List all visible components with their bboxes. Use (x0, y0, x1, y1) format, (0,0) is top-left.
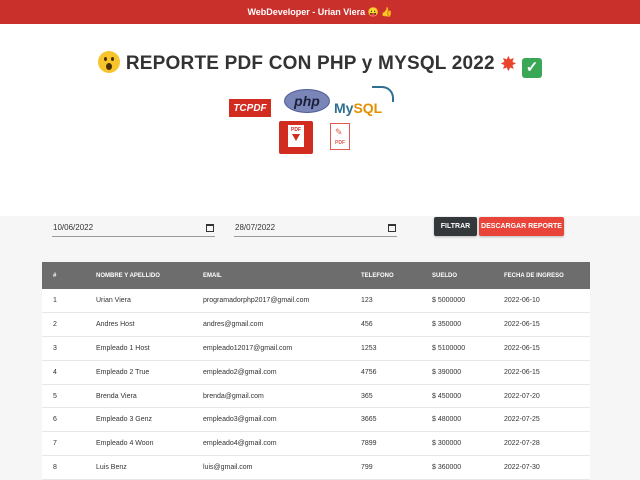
cell-phone: 3665 (361, 416, 377, 424)
download-report-button[interactable]: DESCARGAR REPORTE (479, 217, 564, 236)
column-header-email: EMAIL (203, 272, 222, 279)
cell-email: empleado4@gmail.com (203, 440, 277, 448)
collision-icon: ✸ (500, 54, 517, 74)
cell-email: empleado2@gmail.com (203, 368, 277, 376)
cell-name: Brenda Viera (96, 392, 137, 400)
cell-salary: $ 360000 (432, 463, 462, 471)
cell-id: 2 (53, 321, 57, 329)
cell-phone: 1253 (361, 344, 377, 352)
cell-salary: $ 5000000 (432, 297, 466, 305)
cell-phone: 365 (361, 392, 373, 400)
top-banner: WebDeveloper - Urian Viera 😛 👍 (0, 0, 640, 24)
pdf-download-icon: PDF (279, 121, 313, 154)
cell-date: 2022-07-20 (504, 392, 540, 400)
astonished-face-icon (97, 51, 120, 73)
cell-id: 7 (53, 440, 57, 448)
filter-button[interactable]: FILTRAR (434, 217, 477, 236)
date-from-input[interactable]: 10/06/2022 (52, 219, 215, 237)
check-mark-icon: ✓ (522, 58, 543, 78)
php-logo: php (284, 89, 330, 113)
column-header-name: NOMBRE Y APELLIDO (96, 272, 160, 279)
cell-id: 1 (53, 297, 57, 305)
cell-phone: 456 (361, 321, 373, 329)
cell-phone: 4756 (361, 368, 377, 376)
date-to-value: 28/07/2022 (235, 223, 276, 232)
cell-date: 2022-06-15 (504, 368, 540, 376)
column-header-date: FECHA DE INGRESO (504, 272, 564, 279)
cell-date: 2022-06-10 (504, 297, 540, 305)
column-header-phone: TELEFONO (361, 272, 394, 279)
cell-id: 8 (53, 463, 57, 471)
cell-id: 5 (53, 392, 57, 400)
cell-id: 3 (53, 344, 57, 352)
php-logo-text: php (294, 93, 320, 109)
pdf-download-label: PDF (291, 127, 301, 133)
pdf-file-icon: ✎ PDF (330, 123, 350, 150)
page-title-text: REPORTE PDF CON PHP y MYSQL 2022 (125, 53, 495, 74)
table-row: 8 Luis Benz luis@gmail.com 799 $ 360000 2022-… (42, 456, 590, 480)
table-row: 1 Urian Viera programadorphp2017@gmail.com… (42, 289, 590, 313)
column-header-salary: SUELDO (432, 272, 458, 279)
cell-salary: $ 5100000 (432, 344, 466, 352)
cell-email: programadorphp2017@gmail.com (203, 297, 310, 305)
cell-email: brenda@gmail.com (203, 392, 264, 400)
cell-salary: $ 450000 (432, 392, 462, 400)
cell-phone: 123 (361, 297, 373, 305)
cell-id: 4 (53, 368, 57, 376)
cell-email: andres@gmail.com (203, 321, 264, 329)
cell-phone: 7899 (361, 440, 377, 448)
cell-date: 2022-06-15 (504, 321, 540, 329)
page-title: REPORTE PDF CON PHP y MYSQL 2022 ✸ ✓ (0, 51, 640, 78)
cell-name: Luis Benz (96, 463, 127, 471)
cell-date: 2022-07-28 (504, 440, 540, 448)
cell-salary: $ 300000 (432, 440, 462, 448)
tcpdf-logo-text: TCPDF (233, 102, 267, 114)
cell-email: luis@gmail.com (203, 463, 253, 471)
column-header-id: # (53, 272, 57, 279)
date-to-input[interactable]: 28/07/2022 (234, 219, 397, 237)
mysql-logo: MySQL (334, 100, 382, 116)
top-banner-text: WebDeveloper - Urian Viera 😛 👍 (247, 6, 393, 17)
tcpdf-logo: TCPDF (229, 99, 271, 117)
cell-salary: $ 480000 (432, 416, 462, 424)
acrobat-mark-icon: ✎ (335, 127, 343, 137)
table-row: 3 Empleado 1 Host empleado12017@gmail.com 1… (42, 337, 590, 361)
cell-name: Empleado 3 Genz (96, 416, 153, 424)
cell-date: 2022-07-25 (504, 416, 540, 424)
table-header-row: # NOMBRE Y APELLIDO EMAIL TELEFONO SUELD… (42, 262, 590, 289)
hero-section: REPORTE PDF CON PHP y MYSQL 2022 ✸ ✓ (0, 24, 640, 216)
cell-name: Urian Viera (96, 297, 131, 305)
table-row: 6 Empleado 3 Genz empleado3@gmail.com 3665 $… (42, 408, 590, 432)
cell-salary: $ 350000 (432, 321, 462, 329)
table-row: 7 Empleado 4 Woon empleado4@gmail.com 7899 $… (42, 432, 590, 456)
cell-email: empleado3@gmail.com (203, 416, 277, 424)
calendar-icon[interactable] (206, 223, 214, 232)
cell-date: 2022-07-30 (504, 463, 540, 471)
mysql-logo-sql: SQL (353, 100, 383, 116)
employees-table: # NOMBRE Y APELLIDO EMAIL TELEFONO SUELD… (42, 262, 590, 480)
table-row: 5 Brenda Viera brenda@gmail.com 365 $ 450000… (42, 384, 590, 408)
mysql-logo-my: My (334, 100, 354, 116)
table-row: 4 Empleado 2 True empleado2@gmail.com 4756 $… (42, 360, 590, 385)
cell-phone: 799 (361, 463, 373, 471)
cell-name: Empleado 4 Woon (96, 440, 154, 448)
pdf-file-label: PDF (335, 140, 345, 146)
cell-date: 2022-06-15 (504, 344, 540, 352)
cell-salary: $ 390000 (432, 368, 462, 376)
cell-name: Empleado 1 Host (96, 344, 150, 352)
cell-id: 6 (53, 416, 57, 424)
cell-name: Empleado 2 True (96, 368, 150, 376)
calendar-icon[interactable] (388, 223, 396, 232)
cell-name: Andres Host (96, 321, 135, 329)
cell-email: empleado12017@gmail.com (203, 344, 293, 352)
date-from-value: 10/06/2022 (53, 223, 94, 232)
table-row: 2 Andres Host andres@gmail.com 456 $ 350000 2… (42, 313, 590, 337)
